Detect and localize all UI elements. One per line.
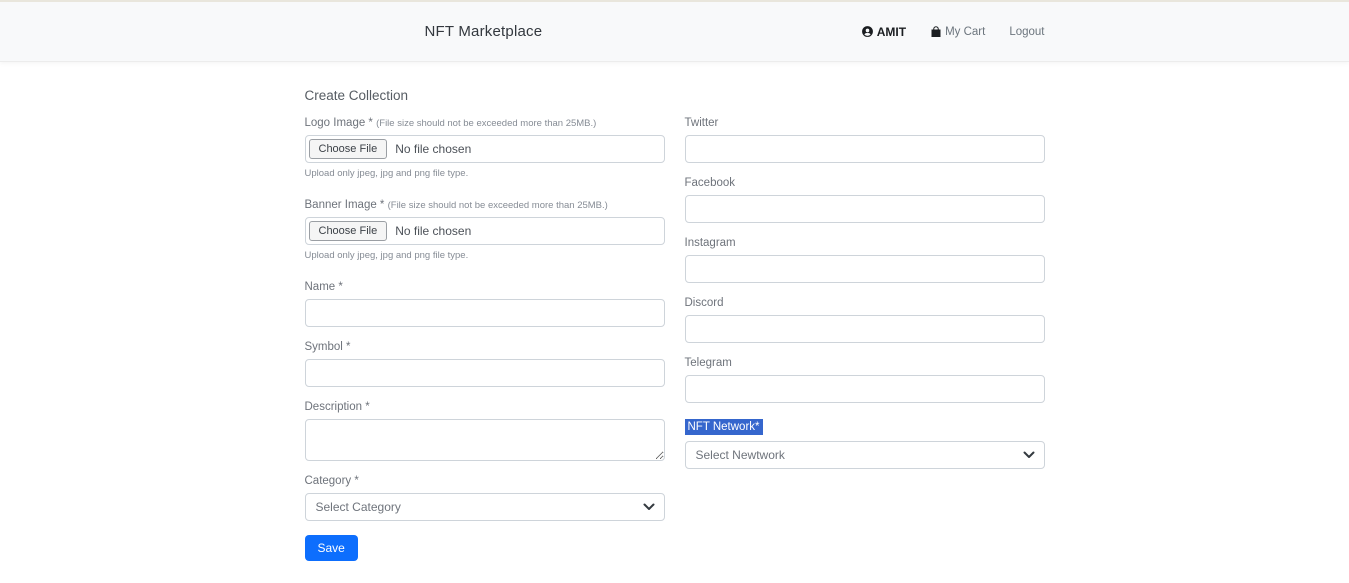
name-label: Name *	[305, 281, 665, 293]
category-group: Category * Select Category	[305, 475, 665, 521]
telegram-field[interactable]	[685, 375, 1045, 403]
network-select[interactable]: Select Newtwork	[685, 441, 1045, 469]
my-cart-label: My Cart	[945, 26, 985, 38]
logo-file-input[interactable]: Choose File No file chosen	[305, 135, 665, 163]
twitter-group: Twitter	[685, 117, 1045, 163]
symbol-label: Symbol *	[305, 341, 665, 353]
nft-network-label-wrap: NFT Network*	[685, 417, 1045, 435]
category-label: Category *	[305, 475, 665, 487]
facebook-label: Facebook	[685, 177, 1045, 189]
my-cart-link[interactable]: My Cart	[918, 26, 997, 38]
logo-image-label-text: Logo Image *	[305, 117, 377, 129]
create-collection-page: Create Collection Logo Image * (File siz…	[305, 62, 1045, 561]
save-button[interactable]: Save	[305, 535, 358, 561]
instagram-group: Instagram	[685, 237, 1045, 283]
page-title: Create Collection	[305, 88, 1045, 103]
logo-image-label: Logo Image * (File size should not be ex…	[305, 117, 665, 129]
name-group: Name *	[305, 281, 665, 327]
banner-image-size-note: (File size should not be exceeded more t…	[388, 200, 608, 211]
description-field[interactable]	[305, 419, 665, 461]
form-left-column: Logo Image * (File size should not be ex…	[305, 117, 665, 561]
instagram-field[interactable]	[685, 255, 1045, 283]
discord-group: Discord	[685, 297, 1045, 343]
banner-file-type-hint: Upload only jpeg, jpg and png file type.	[305, 250, 665, 261]
twitter-field[interactable]	[685, 135, 1045, 163]
logo-file-type-hint: Upload only jpeg, jpg and png file type.	[305, 168, 665, 179]
nft-network-group: NFT Network* Select Newtwork	[685, 417, 1045, 469]
nft-network-label: NFT Network*	[685, 419, 763, 435]
logo-file-status: No file chosen	[395, 142, 471, 156]
network-select-wrap: Select Newtwork	[685, 441, 1045, 469]
logo-image-group: Logo Image * (File size should not be ex…	[305, 117, 665, 179]
facebook-field[interactable]	[685, 195, 1045, 223]
discord-label: Discord	[685, 297, 1045, 309]
symbol-group: Symbol *	[305, 341, 665, 387]
instagram-label: Instagram	[685, 237, 1045, 249]
discord-field[interactable]	[685, 315, 1045, 343]
facebook-group: Facebook	[685, 177, 1045, 223]
logo-image-size-note: (File size should not be exceeded more t…	[376, 118, 596, 129]
form-grid: Logo Image * (File size should not be ex…	[305, 117, 1045, 561]
navbar-links: AMIT My Cart Logout	[849, 25, 1045, 39]
description-group: Description *	[305, 401, 665, 461]
banner-image-label-text: Banner Image *	[305, 199, 388, 211]
user-menu[interactable]: AMIT	[849, 25, 918, 39]
logo-choose-file-button[interactable]: Choose File	[309, 139, 388, 159]
banner-image-group: Banner Image * (File size should not be …	[305, 199, 665, 261]
category-select[interactable]: Select Category	[305, 493, 665, 521]
telegram-label: Telegram	[685, 357, 1045, 369]
banner-choose-file-button[interactable]: Choose File	[309, 221, 388, 241]
banner-image-label: Banner Image * (File size should not be …	[305, 199, 665, 211]
form-right-column: Twitter Facebook Instagram Discord Teleg…	[685, 117, 1045, 483]
telegram-group: Telegram	[685, 357, 1045, 403]
logout-label: Logout	[1009, 26, 1044, 38]
brand-title[interactable]: NFT Marketplace	[425, 23, 543, 40]
top-navbar: NFT Marketplace AMIT My Cart Logout	[0, 0, 1349, 62]
category-select-wrap: Select Category	[305, 493, 665, 521]
banner-file-input[interactable]: Choose File No file chosen	[305, 217, 665, 245]
banner-file-status: No file chosen	[395, 224, 471, 238]
user-name: AMIT	[877, 25, 906, 39]
navbar-container: NFT Marketplace AMIT My Cart Logout	[305, 2, 1045, 61]
user-circle-icon	[861, 25, 874, 38]
description-label: Description *	[305, 401, 665, 413]
name-field[interactable]	[305, 299, 665, 327]
logout-link[interactable]: Logout	[997, 26, 1044, 38]
shopping-bag-icon	[930, 26, 942, 38]
twitter-label: Twitter	[685, 117, 1045, 129]
symbol-field[interactable]	[305, 359, 665, 387]
